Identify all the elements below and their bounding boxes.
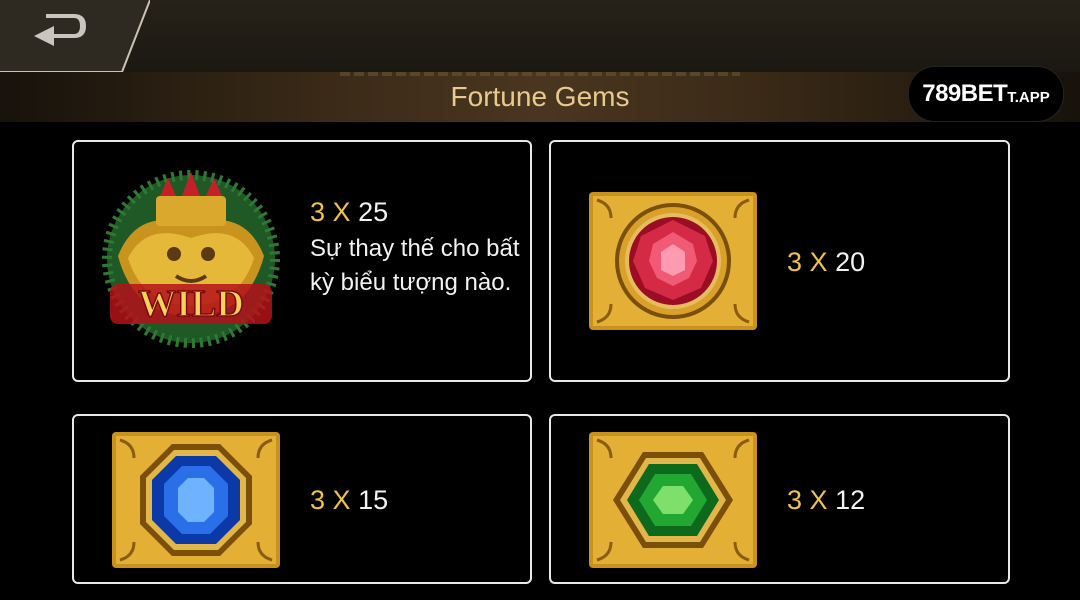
wild-symbol: WILD xyxy=(98,166,284,352)
payout-red-gem: 3 X 20 xyxy=(787,246,865,278)
wild-label: WILD xyxy=(138,283,244,325)
payout-value: 15 xyxy=(358,485,389,515)
payout-count: 3 xyxy=(310,485,326,515)
brand-suffix: T.APP xyxy=(1007,88,1050,106)
payout-green-gem: 3 X 12 xyxy=(787,484,865,516)
payout-wild: 3 X 25 xyxy=(310,196,388,228)
red-gem-symbol xyxy=(589,192,757,330)
payout-multiplier-sign: X xyxy=(809,485,828,515)
payout-count: 3 xyxy=(310,197,326,227)
payout-value: 12 xyxy=(835,485,866,515)
wild-description: Sự thay thế cho bất kỳ biểu tượng nào. xyxy=(310,235,520,296)
back-button[interactable] xyxy=(0,0,151,73)
payout-value: 20 xyxy=(835,247,866,277)
payout-count: 3 xyxy=(787,485,803,515)
payout-blue-gem: 3 X 15 xyxy=(310,484,388,516)
paytable-card-wild: WILD 3 X 25 Sự thay thế cho bất kỳ biểu … xyxy=(72,140,532,382)
blue-gem-symbol xyxy=(112,432,280,568)
paytable-card-red-gem: 3 X 20 xyxy=(549,140,1010,382)
payout-count: 3 xyxy=(787,247,803,277)
green-gem-symbol xyxy=(589,432,757,568)
title-decoration xyxy=(340,72,740,76)
payout-multiplier-sign: X xyxy=(332,485,351,515)
payout-multiplier-sign: X xyxy=(809,247,828,277)
paytable-card-blue-gem: 3 X 15 xyxy=(72,414,532,584)
top-bar xyxy=(0,0,1080,72)
brand-logo: 789BET T.APP xyxy=(908,66,1064,122)
paytable-card-green-gem: 3 X 12 xyxy=(549,414,1010,584)
payout-value: 25 xyxy=(358,197,389,227)
payout-multiplier-sign: X xyxy=(332,197,351,227)
brand-name: 789BET xyxy=(922,80,1008,107)
